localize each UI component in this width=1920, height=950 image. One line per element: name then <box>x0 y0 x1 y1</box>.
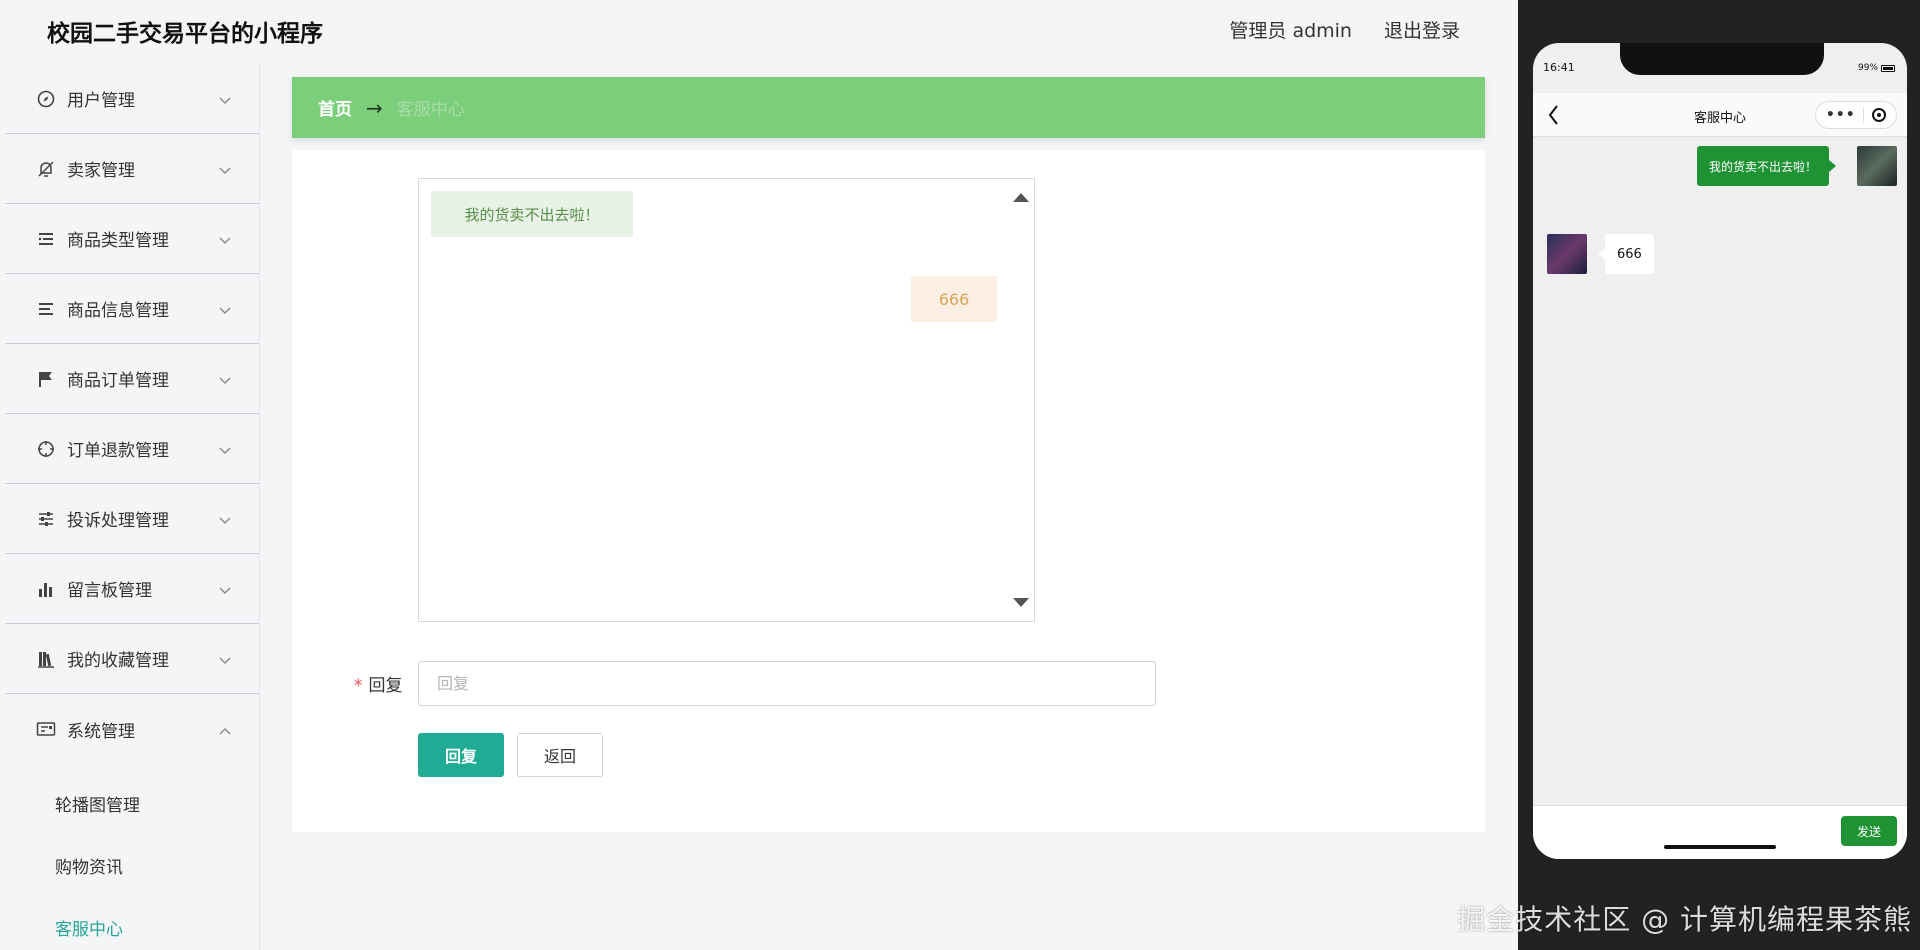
phone-message-received: 666 <box>1598 234 1654 274</box>
submenu-item-news[interactable]: 购物资讯 <box>5 834 259 896</box>
submenu-item-carousel[interactable]: 轮播图管理 <box>5 772 259 834</box>
breadcrumb: 首页 → 客服中心 <box>292 77 1485 138</box>
reply-input[interactable] <box>418 661 1156 706</box>
sidebar-item-label: 留言板管理 <box>67 581 152 601</box>
scroll-down-arrow-icon[interactable] <box>1013 598 1029 607</box>
sidebar-item-label: 投诉处理管理 <box>67 511 169 531</box>
logout-link[interactable]: 退出登录 <box>1384 16 1460 43</box>
flag-icon <box>35 368 57 390</box>
admin-app: 校园二手交易平台的小程序 管理员 admin 退出登录 用户管理 卖家管理 商品… <box>0 0 1518 950</box>
chevron-down-icon <box>219 300 231 319</box>
sidebar-item-orders[interactable]: 商品订单管理 <box>5 344 259 414</box>
library-icon <box>35 648 57 670</box>
reply-button[interactable]: 回复 <box>418 733 504 777</box>
chat-message-admin: 666 <box>911 276 997 322</box>
avatar <box>1547 234 1587 274</box>
compass-icon <box>35 88 57 110</box>
close-target-icon[interactable] <box>1872 108 1887 122</box>
back-button[interactable]: 返回 <box>517 733 603 777</box>
phone-nav-bar: 客服中心 ••• <box>1533 93 1907 137</box>
chevron-down-icon <box>219 230 231 249</box>
app-title: 校园二手交易平台的小程序 <box>47 21 323 47</box>
status-time: 16:41 <box>1543 61 1575 74</box>
chat-history[interactable]: 我的货卖不出去啦！ 666 <box>418 178 1035 622</box>
status-battery: 99% <box>1858 63 1895 73</box>
sidebar-item-label: 商品信息管理 <box>67 301 169 321</box>
bar-chart-icon <box>35 578 57 600</box>
required-mark: * <box>354 676 363 696</box>
chevron-up-icon <box>219 720 231 739</box>
sidebar-item-user[interactable]: 用户管理 <box>5 64 259 134</box>
reply-label-text: 回复 <box>368 676 403 696</box>
home-indicator <box>1664 845 1776 849</box>
menu-icon <box>35 298 57 320</box>
avatar <box>1857 146 1897 186</box>
sidebar: 用户管理 卖家管理 商品类型管理 商品信息管理 商品订单管理 订单退款管理 投诉… <box>5 64 260 950</box>
sliders-icon <box>35 508 57 530</box>
admin-user-label[interactable]: 管理员 admin <box>1229 16 1352 43</box>
system-submenu: 轮播图管理 购物资讯 客服中心 <box>5 764 259 950</box>
chevron-down-icon <box>219 510 231 529</box>
sidebar-item-label: 我的收藏管理 <box>67 651 169 671</box>
phone-notch <box>1620 43 1824 75</box>
sidebar-item-favorites[interactable]: 我的收藏管理 <box>5 624 259 694</box>
sidebar-item-label: 订单退款管理 <box>67 441 169 461</box>
phone-simulator: 16:41 99% 客服中心 ••• 我的货卖不出去啦！ 666 发送 <box>1533 43 1907 859</box>
sidebar-item-refunds[interactable]: 订单退款管理 <box>5 414 259 484</box>
main-panel: 我的货卖不出去啦！ 666 *回复 回复 返回 <box>292 150 1485 832</box>
phone-message-sent: 我的货卖不出去啦！ <box>1696 146 1837 186</box>
sidebar-item-label: 卖家管理 <box>67 161 135 181</box>
more-dots-icon[interactable]: ••• <box>1826 107 1856 123</box>
bell-off-icon <box>35 158 57 180</box>
sidebar-item-label: 系统管理 <box>67 721 135 742</box>
sidebar-item-label: 商品类型管理 <box>67 231 169 251</box>
reply-field-label: * 回复 <box>354 671 403 696</box>
chat-message-user: 我的货卖不出去啦！ <box>431 191 633 237</box>
sidebar-item-product-info[interactable]: 商品信息管理 <box>5 274 259 344</box>
watermark: 掘金技术社区 @ 计算机编程果茶熊 <box>1457 903 1912 936</box>
chevron-down-icon <box>219 440 231 459</box>
send-button[interactable]: 发送 <box>1841 816 1897 846</box>
breadcrumb-current: 客服中心 <box>396 100 465 120</box>
sidebar-item-messages[interactable]: 留言板管理 <box>5 554 259 624</box>
top-right-actions: 管理员 admin 退出登录 <box>1229 16 1460 43</box>
breadcrumb-home-link[interactable]: 首页 <box>318 95 352 120</box>
chevron-down-icon <box>219 90 231 109</box>
chevron-down-icon <box>219 160 231 179</box>
id-card-icon <box>35 718 57 740</box>
chevron-down-icon <box>219 370 231 389</box>
chevron-down-icon <box>219 580 231 599</box>
battery-icon <box>1881 64 1895 72</box>
capsule-divider <box>1863 107 1865 123</box>
top-bar: 校园二手交易平台的小程序 管理员 admin 退出登录 <box>0 0 1518 64</box>
battery-percent: 99% <box>1857 63 1878 73</box>
phone-input-bar[interactable]: 发送 <box>1533 805 1907 859</box>
sidebar-item-label: 用户管理 <box>67 91 135 111</box>
mini-program-capsule: ••• <box>1815 101 1897 129</box>
list-icon <box>35 228 57 250</box>
arrow-right-icon: → <box>366 95 383 120</box>
chevron-down-icon <box>219 650 231 669</box>
sidebar-item-seller[interactable]: 卖家管理 <box>5 134 259 204</box>
sidebar-item-product-type[interactable]: 商品类型管理 <box>5 204 259 274</box>
crosshair-icon <box>35 438 57 460</box>
sidebar-item-label: 商品订单管理 <box>67 371 169 391</box>
scroll-up-arrow-icon[interactable] <box>1013 193 1029 202</box>
submenu-item-customer-service[interactable]: 客服中心 <box>5 896 259 950</box>
sidebar-item-complaints[interactable]: 投诉处理管理 <box>5 484 259 554</box>
sidebar-item-system[interactable]: 系统管理 <box>5 694 259 764</box>
